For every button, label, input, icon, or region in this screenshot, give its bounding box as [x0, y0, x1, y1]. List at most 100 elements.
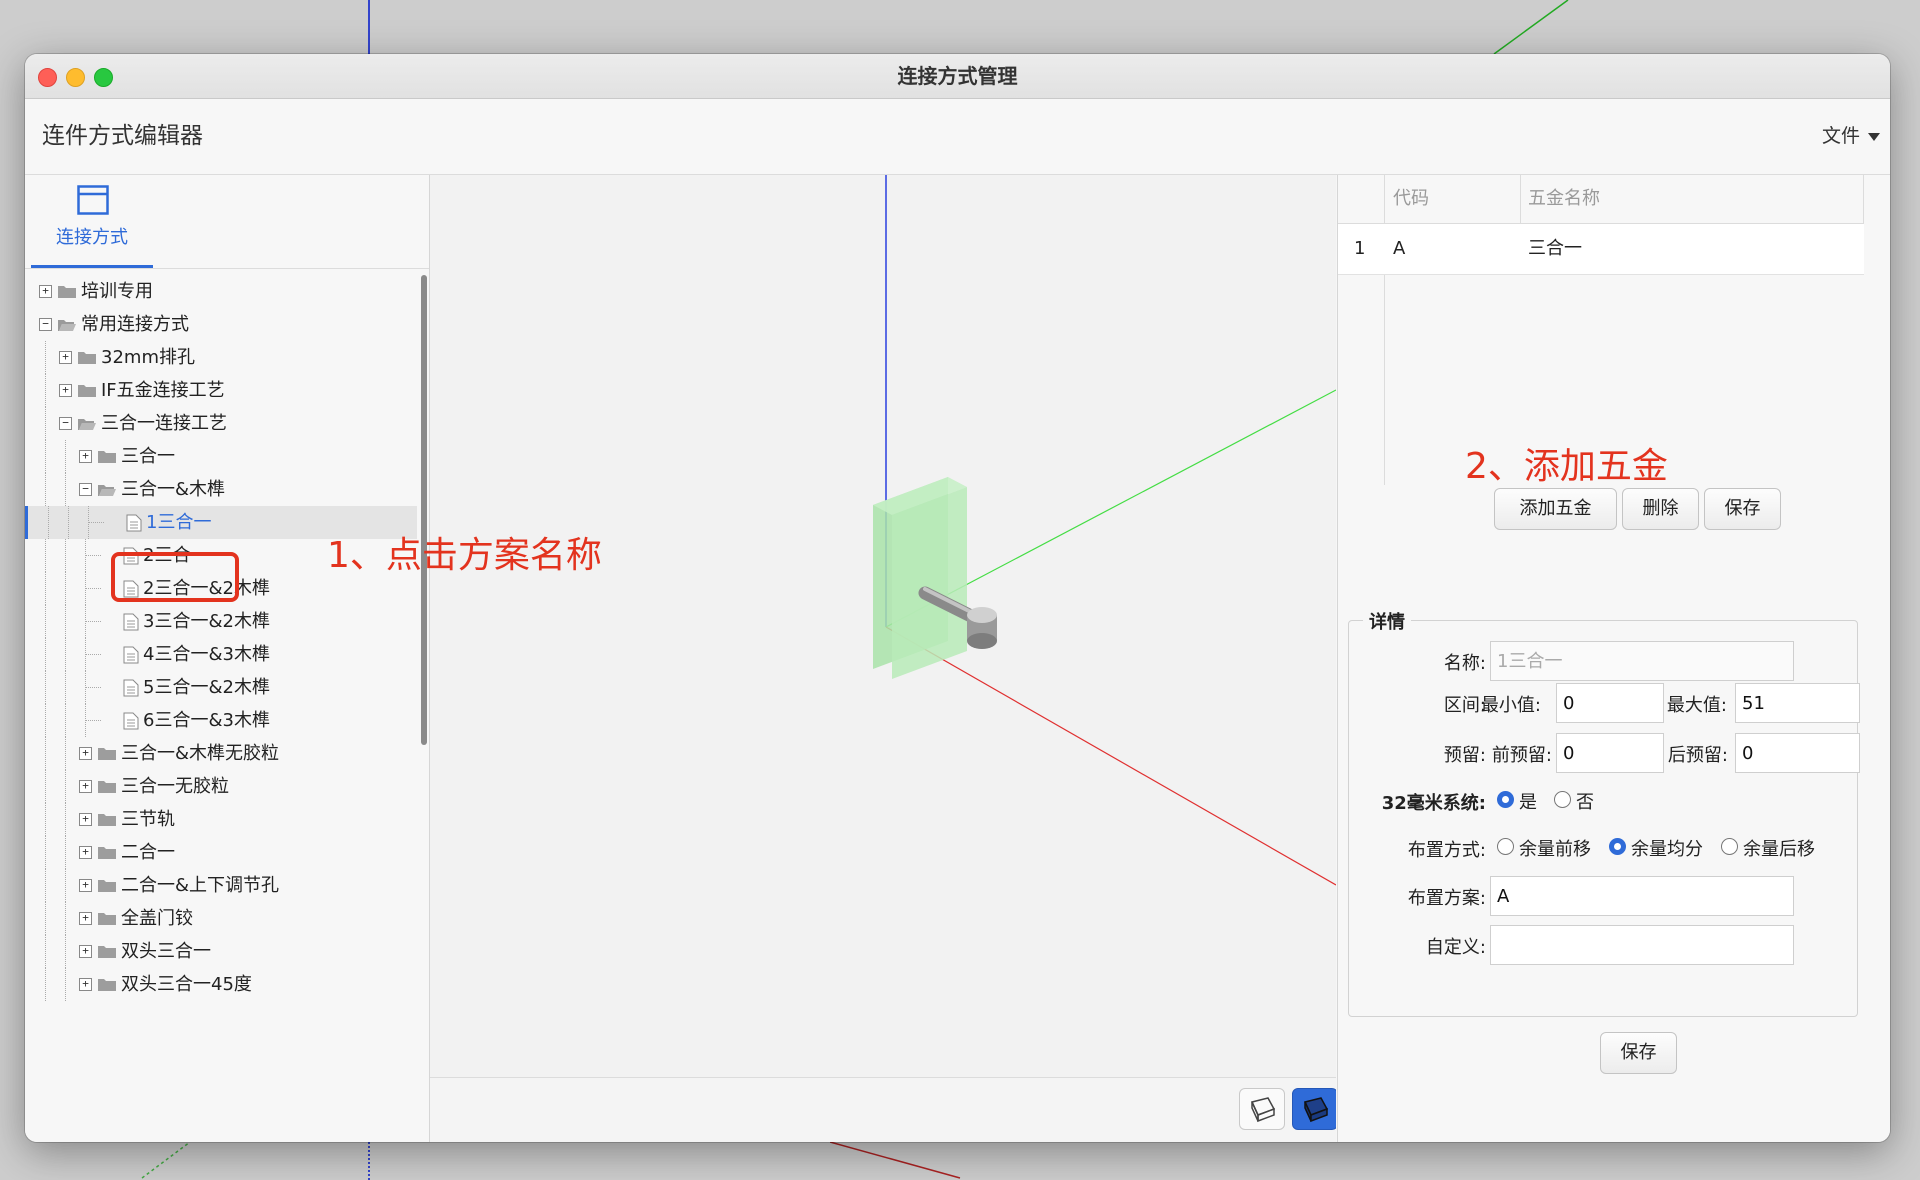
- row-index: 1: [1354, 238, 1366, 259]
- solid-view-button[interactable]: [1292, 1088, 1336, 1130]
- layout-back-label[interactable]: 余量后移: [1743, 835, 1815, 861]
- tree-guide-line: [85, 687, 101, 688]
- tree-item-label: 常用连接方式: [81, 314, 189, 335]
- tree-item-label: 三合一: [121, 446, 175, 467]
- tree-folder-item[interactable]: + 双头三合一: [25, 935, 417, 968]
- layout-front-radio[interactable]: [1497, 838, 1514, 855]
- tab-connection-methods[interactable]: 连接方式: [31, 175, 153, 268]
- layout-label: 布置方式:: [1407, 840, 1486, 861]
- tree-folder-item[interactable]: + 二合一&上下调节孔: [25, 869, 417, 902]
- system32-yes-label[interactable]: 是: [1519, 788, 1537, 814]
- tree-folder-item[interactable]: + 全盖门铰: [25, 902, 417, 935]
- folder-icon: [78, 385, 96, 397]
- scheme-input[interactable]: A: [1490, 876, 1794, 916]
- delete-button[interactable]: 删除: [1622, 488, 1699, 530]
- expand-toggle-icon[interactable]: +: [59, 384, 72, 397]
- app-title: 连件方式编辑器: [42, 123, 203, 149]
- system32-yes-radio[interactable]: [1497, 791, 1514, 808]
- system32-no-label[interactable]: 否: [1576, 788, 1594, 814]
- tree-folder-item[interactable]: + 二合一: [25, 836, 417, 869]
- folder-icon: [98, 781, 116, 793]
- expand-toggle-icon[interactable]: +: [79, 945, 92, 958]
- tree-folder-item[interactable]: + 三合一&木榫无胶粒: [25, 737, 417, 770]
- collapse-toggle-icon[interactable]: −: [59, 417, 72, 430]
- expand-toggle-icon[interactable]: +: [39, 285, 52, 298]
- tree-folder-item[interactable]: + 双头三合一45度: [25, 968, 417, 1001]
- tree-folder-item[interactable]: + 三合一: [25, 440, 417, 473]
- min-input[interactable]: 0: [1556, 683, 1664, 723]
- expand-toggle-icon[interactable]: +: [79, 912, 92, 925]
- add-hardware-button[interactable]: 添加五金: [1494, 488, 1617, 530]
- folder-open-icon: [98, 485, 116, 496]
- folder-icon: [98, 814, 116, 826]
- tree-folder-item[interactable]: − 常用连接方式: [25, 308, 417, 341]
- layout-back-radio[interactable]: [1721, 838, 1738, 855]
- expand-toggle-icon[interactable]: +: [79, 846, 92, 859]
- bg-blue-dotted: [368, 1142, 370, 1180]
- details-save-button[interactable]: 保存: [1600, 1032, 1677, 1074]
- column-header-name[interactable]: 五金名称: [1528, 175, 1600, 223]
- expand-toggle-icon[interactable]: +: [79, 978, 92, 991]
- name-input[interactable]: 1三合一: [1490, 641, 1794, 681]
- tree-folder-item[interactable]: + 三节轨: [25, 803, 417, 836]
- details-legend: 详情: [1363, 608, 1411, 634]
- tree-item-label: 1三合一: [146, 512, 212, 533]
- expand-toggle-icon[interactable]: +: [79, 747, 92, 760]
- tree-folder-item[interactable]: − 三合一&木榫: [25, 473, 417, 506]
- custom-input[interactable]: [1490, 925, 1794, 965]
- tree-guide-line: [65, 440, 66, 473]
- tree-scrollbar[interactable]: [421, 275, 427, 745]
- expand-toggle-icon[interactable]: +: [79, 813, 92, 826]
- tree-item-label: 双头三合一: [121, 941, 211, 962]
- 3d-viewport[interactable]: [430, 175, 1336, 1142]
- tree-item-label: 三合一&木榫无胶粒: [121, 743, 280, 764]
- annotation-step1: 1、点击方案名称: [327, 535, 602, 576]
- save-button[interactable]: 保存: [1704, 488, 1781, 530]
- tree-guide-line: [65, 803, 66, 836]
- tab-label: 连接方式: [56, 227, 128, 248]
- tree-guide-line: [45, 671, 46, 704]
- back-reserve-input[interactable]: 0: [1735, 733, 1860, 773]
- tree-guide-line: [65, 968, 66, 1001]
- tree-guide-line: [65, 572, 66, 605]
- max-input[interactable]: 51: [1735, 683, 1860, 723]
- tree-guide-line: [85, 555, 101, 556]
- row-name: 三合一: [1528, 238, 1582, 259]
- collapse-toggle-icon[interactable]: −: [79, 483, 92, 496]
- tree-leaf-item[interactable]: 4三合一&3木榫: [25, 638, 417, 671]
- tree-leaf-item[interactable]: 6三合一&3木榫: [25, 704, 417, 737]
- expand-toggle-icon[interactable]: +: [79, 780, 92, 793]
- tree-folder-item[interactable]: + 培训专用: [25, 275, 417, 308]
- solid-cube-icon: [1303, 1097, 1329, 1123]
- system32-no-radio[interactable]: [1554, 791, 1571, 808]
- tree-folder-item[interactable]: − 三合一连接工艺: [25, 407, 417, 440]
- tree-leaf-item[interactable]: 5三合一&2木榫: [25, 671, 417, 704]
- tree-leaf-item[interactable]: 3三合一&2木榫: [25, 605, 417, 638]
- tree-guide-line: [68, 506, 69, 539]
- tree-folder-item[interactable]: + 三合一无胶粒: [25, 770, 417, 803]
- front-reserve-label: 前预留:: [1491, 745, 1552, 766]
- name-label: 名称:: [1443, 653, 1486, 674]
- tree-guide-line: [45, 572, 46, 605]
- expand-toggle-icon[interactable]: +: [59, 351, 72, 364]
- file-menu[interactable]: 文件: [1822, 99, 1880, 174]
- tree-folder-item[interactable]: +32mm排孔: [25, 341, 417, 374]
- expand-toggle-icon[interactable]: +: [79, 879, 92, 892]
- title-bar: 连接方式管理: [25, 54, 1890, 99]
- tree-folder-item[interactable]: + IF五金连接工艺: [25, 374, 417, 407]
- collapse-toggle-icon[interactable]: −: [39, 318, 52, 331]
- file-menu-label: 文件: [1821, 125, 1860, 147]
- folder-icon: [98, 880, 116, 892]
- tree-item-label: 6三合一&3木榫: [143, 710, 270, 731]
- wireframe-view-button[interactable]: [1239, 1088, 1285, 1130]
- layout-even-label[interactable]: 余量均分: [1631, 835, 1703, 861]
- table-row[interactable]: 1 A 三合一: [1338, 224, 1864, 275]
- tree-guide-line: [45, 869, 46, 902]
- layout-even-radio[interactable]: [1609, 838, 1626, 855]
- connection-tree[interactable]: + 培训专用 − 常用连接方式 +32mm排孔 + IF五金连接工艺 − 三合一连接工艺 + 三合一…: [25, 275, 417, 1142]
- layout-front-label[interactable]: 余量前移: [1519, 835, 1591, 861]
- tree-guide-line: [85, 654, 101, 655]
- expand-toggle-icon[interactable]: +: [79, 450, 92, 463]
- tree-guide-line: [45, 836, 46, 869]
- column-header-code[interactable]: 代码: [1393, 175, 1429, 223]
